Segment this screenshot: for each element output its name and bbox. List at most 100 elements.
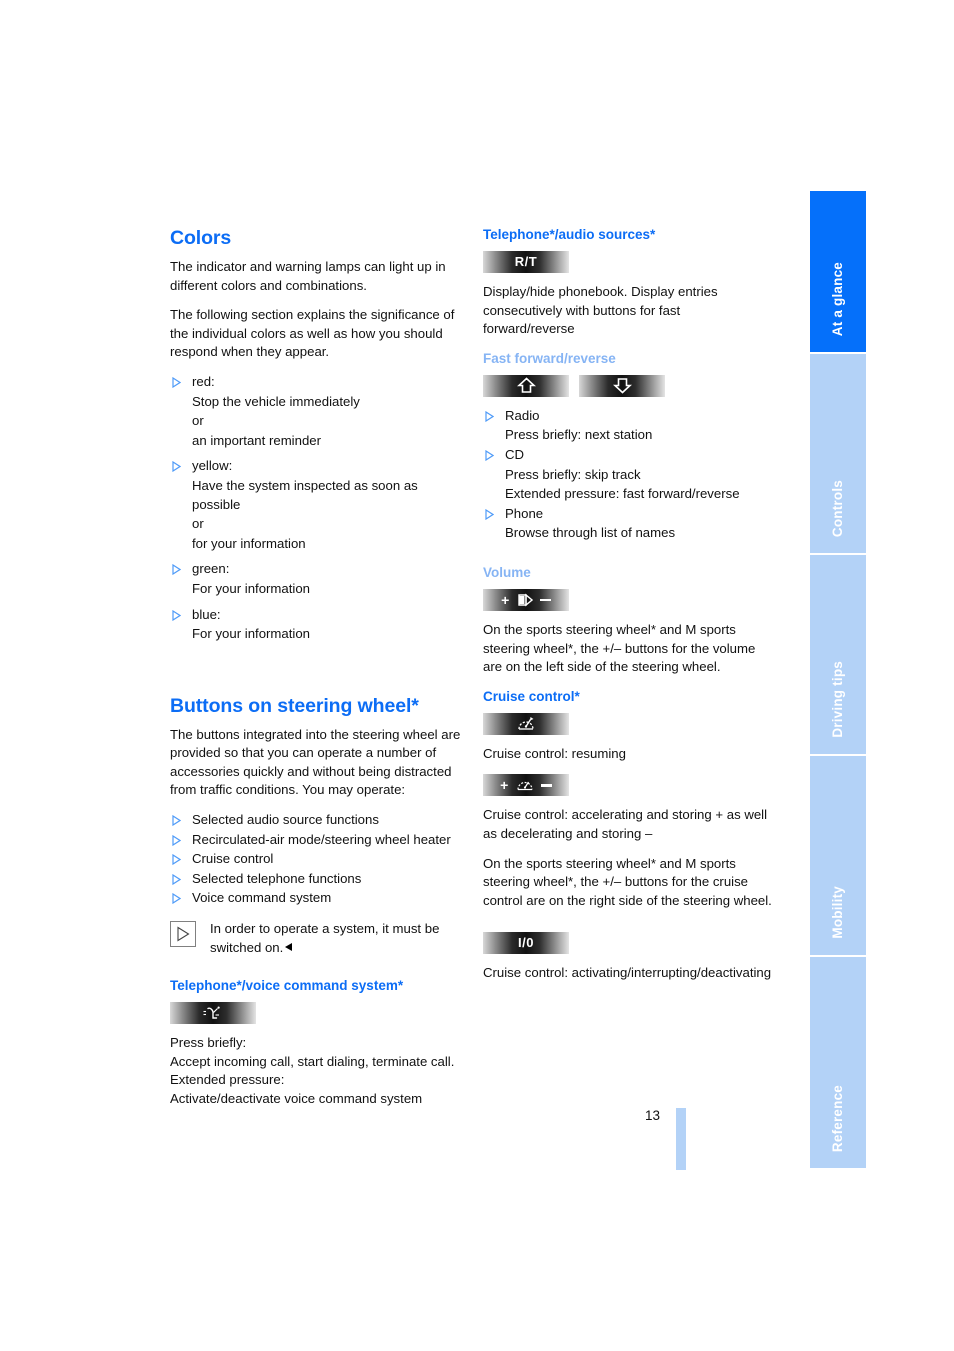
list-item: Selected audio source functions — [170, 811, 462, 830]
cruise-sports-wheel-paragraph: On the sports steering wheel* and M spor… — [483, 855, 772, 908]
end-marker-icon — [285, 942, 293, 951]
sidebar-tab-label: At a glance — [830, 261, 845, 336]
list-item-detail: Stop the vehicle immediately — [192, 393, 360, 409]
page-number: 13 — [645, 1108, 661, 1123]
list-item-detail: or — [192, 413, 204, 429]
list-item-label: Selected audio source functions — [192, 812, 379, 828]
triangle-bullet-icon — [172, 893, 181, 905]
cruise-resume-icon — [515, 713, 537, 735]
list-item-term: Radio — [505, 407, 540, 423]
note-text: In order to operate a system, it must be… — [210, 921, 440, 955]
list-item-detail: For your information — [192, 626, 310, 642]
cruise-plus-minus-button[interactable]: + — [483, 774, 569, 797]
arrow-down-icon — [612, 375, 632, 397]
cruise-on-off-label: I/0 — [518, 934, 534, 950]
sidebar-tab-at-a-glance[interactable]: At a glance — [810, 191, 866, 354]
list-item-detail: an important reminder — [192, 432, 322, 448]
phone-voice-line-3: Extended pressure: — [170, 1072, 285, 1088]
sidebar-tab-label: Reference — [830, 1084, 845, 1152]
triangle-bullet-icon — [485, 410, 494, 422]
section-heading-volume: Volume — [483, 564, 531, 580]
list-item-label: Cruise control — [192, 851, 274, 867]
cruise-plus-minus-paragraph: Cruise control: accelerating and storing… — [483, 807, 768, 841]
page-marker-bar — [676, 1108, 686, 1170]
list-item: red: — [170, 373, 462, 392]
button-row-cruise-onoff: I/0 — [483, 932, 775, 955]
list-item: green: — [170, 560, 462, 579]
cruise-on-off-button[interactable]: I/0 — [483, 932, 569, 955]
speedometer-icon — [517, 781, 533, 791]
fast-forward-list: Radio Press briefly: next station CD Pre… — [483, 407, 775, 543]
list-item-term: yellow: — [192, 458, 233, 474]
arrow-up-button[interactable] — [483, 374, 569, 397]
list-item: CD — [483, 446, 775, 465]
minus-icon — [540, 784, 552, 787]
rt-button[interactable]: R/T — [483, 251, 569, 273]
section-heading-steering-wheel: Buttons on steering wheel* — [170, 694, 419, 717]
triangle-bullet-icon — [172, 461, 181, 473]
list-item: Recirculated-air mode/steering wheel hea… — [170, 831, 462, 850]
phone-voice-line-1: Press briefly: — [170, 1035, 247, 1051]
arrow-up-icon — [516, 375, 536, 397]
triangle-bullet-icon — [172, 564, 181, 576]
volume-paragraph: On the sports steering wheel* and M spor… — [483, 621, 756, 675]
sidebar-tab-label: Mobility — [830, 886, 845, 939]
speaker-icon — [518, 593, 533, 607]
sidebar-tab-label: Driving tips — [830, 661, 845, 738]
section-heading-colors: Colors — [170, 227, 232, 249]
list-item: Phone — [483, 505, 775, 524]
volume-button[interactable]: + — [483, 588, 569, 611]
arrow-down-button[interactable] — [579, 374, 665, 397]
triangle-bullet-icon — [172, 376, 181, 388]
button-row-rt: R/T — [483, 251, 775, 273]
triangle-bullet-icon — [172, 873, 181, 885]
colors-paragraph-2: The following section explains the signi… — [170, 307, 455, 360]
button-row-fastforward — [483, 374, 775, 397]
section-heading-telephone-voice: Telephone*/voice command system* — [170, 978, 404, 994]
steering-wheel-paragraph: The buttons integrated into the steering… — [170, 726, 461, 798]
cruise-plus-minus-icon: + — [500, 774, 552, 796]
list-item-detail: or — [192, 516, 204, 532]
list-item-detail: for your information — [192, 535, 306, 551]
triangle-bullet-icon — [172, 854, 181, 866]
list-item: blue: — [170, 606, 462, 625]
sidebar-tab-controls[interactable]: Controls — [810, 354, 866, 555]
volume-plus-minus-icon: + — [501, 589, 551, 611]
list-item-term: red: — [192, 373, 215, 389]
list-item-detail: Browse through list of names — [505, 525, 676, 541]
triangle-bullet-icon — [485, 508, 494, 520]
cruise-resume-button[interactable] — [483, 712, 569, 735]
section-heading-cruise-control: Cruise control* — [483, 688, 580, 704]
list-item-term: CD — [505, 446, 525, 462]
list-item: Cruise control — [170, 850, 462, 869]
phone-voice-line-4: Activate/deactivate voice command system — [170, 1091, 423, 1106]
plus-icon: + — [500, 777, 509, 794]
phone-voice-icon — [201, 1002, 225, 1024]
sidebar-tab-label: Controls — [830, 479, 845, 537]
colors-paragraph-1: The indicator and warning lamps can ligh… — [170, 259, 446, 293]
list-item-term: blue: — [192, 606, 221, 622]
list-item-detail: Extended pressure: fast forward/reverse — [505, 486, 740, 502]
list-item: yellow: — [170, 457, 462, 476]
sidebar-tab-driving-tips[interactable]: Driving tips — [810, 555, 866, 756]
list-item-label: Selected telephone functions — [192, 870, 362, 886]
triangle-bullet-icon — [172, 815, 181, 827]
button-row-phone-voice — [170, 1002, 462, 1025]
sidebar-tab-reference[interactable]: Reference — [810, 957, 866, 1168]
list-item-detail: Press briefly: next station — [505, 427, 653, 443]
list-item-detail: Press briefly: skip track — [505, 466, 641, 482]
phone-voice-button[interactable] — [170, 1002, 256, 1025]
note-box: In order to operate a system, it must be… — [170, 920, 462, 957]
list-item-detail: For your information — [192, 580, 310, 596]
button-row-cruise-plusminus: + — [483, 774, 775, 797]
list-item-term: Phone — [505, 505, 544, 521]
sidebar-tab-mobility[interactable]: Mobility — [810, 756, 866, 957]
manual-page: Colors The indicator and warning lamps c… — [0, 0, 954, 1351]
right-column: Telephone*/audio sources* R/T Display/hi… — [483, 226, 775, 994]
rt-button-label: R/T — [514, 253, 538, 269]
minus-icon — [539, 598, 551, 602]
phone-voice-line-2: Accept incoming call, start dialing, ter… — [170, 1053, 455, 1069]
